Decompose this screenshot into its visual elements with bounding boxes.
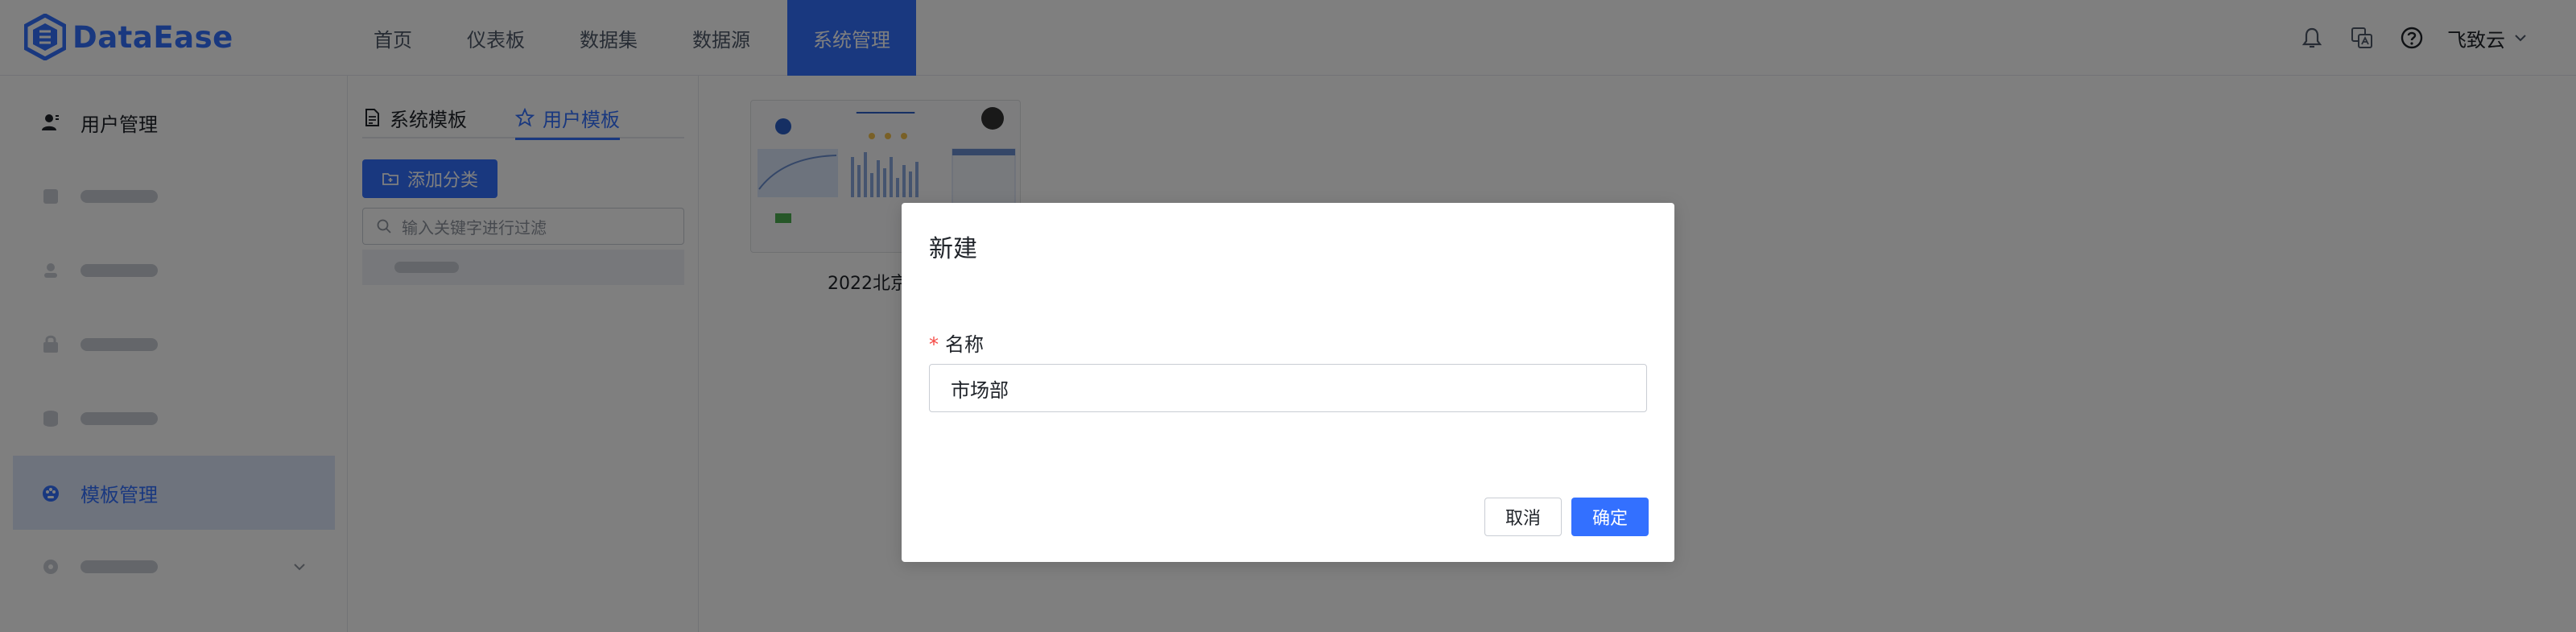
name-input[interactable]	[929, 364, 1647, 412]
confirm-button[interactable]: 确定	[1571, 498, 1649, 536]
required-marker: *	[929, 333, 939, 356]
dialog-title: 新建	[929, 235, 977, 263]
create-dialog: 新建 * 名称 取消 确定	[902, 203, 1674, 562]
name-label-text: 名称	[945, 333, 984, 356]
cancel-button[interactable]: 取消	[1484, 498, 1562, 536]
name-field-label: * 名称	[929, 328, 984, 357]
